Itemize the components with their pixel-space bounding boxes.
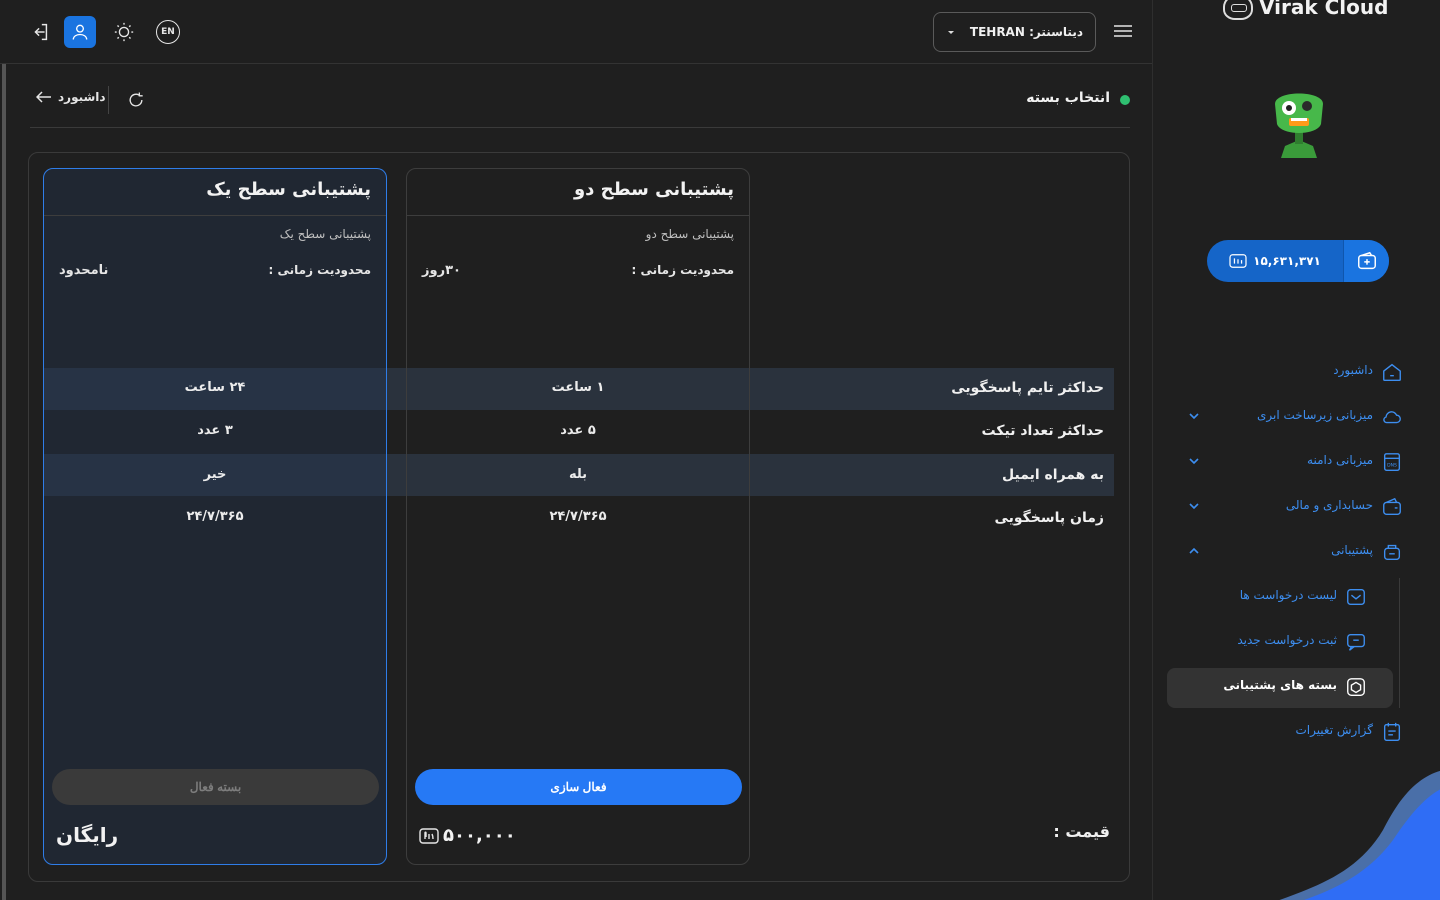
wallet-amount: ۱۵,۶۳۱,۳۷۱ <box>1207 240 1343 282</box>
nav-finance-label: حسابداری و مالی <box>1285 498 1373 512</box>
plan-hours: ۲۴/۷/۳۶۵ <box>186 509 244 524</box>
cloud-icon <box>1383 411 1401 424</box>
nav-dashboard[interactable]: داشبورد <box>1153 350 1440 394</box>
package-icon <box>1347 678 1365 696</box>
new-ticket-icon <box>1347 633 1365 651</box>
brand-name: Virak Cloud <box>1259 0 1389 19</box>
plan-limit-label: محدودیت زمانی : <box>268 263 371 277</box>
brand-logo[interactable]: Virak Cloud <box>1223 0 1388 20</box>
wallet-icon <box>1383 497 1401 516</box>
wallet-balance[interactable]: ۱۵,۶۳۱,۳۷۱ <box>1207 240 1389 282</box>
top-bar: EN دیتاسنتر: TEHRAN <box>0 0 1152 64</box>
card-divider <box>407 215 749 216</box>
app-root: EN دیتاسنتر: TEHRAN انتخاب بسته داشبورد … <box>0 0 1440 900</box>
page-header: انتخاب بسته داشبورد <box>30 80 1130 128</box>
nav-ticket-list[interactable]: لیست درخواست ها <box>1153 575 1440 619</box>
plan-email: خیر <box>203 467 227 482</box>
status-dot <box>1120 95 1130 105</box>
nav-dashboard-label: داشبورد <box>1333 363 1373 377</box>
plan-email: بله <box>568 467 588 482</box>
home-icon <box>1383 363 1401 381</box>
plan-limit-value: نامحدود <box>59 263 109 278</box>
wallet-balance-value: ۱۵,۶۳۱,۳۷۱ <box>1253 254 1321 268</box>
plan-price: ۵۰۰,۰۰۰ <box>419 825 516 846</box>
language-button[interactable]: EN <box>152 16 184 48</box>
nav-domain-hosting-label: میزبانی دامنه <box>1307 453 1373 467</box>
plan-title: پشتیبانی سطح یک <box>206 179 371 200</box>
plan-price: رایگان <box>56 823 118 847</box>
user-icon[interactable] <box>64 16 96 48</box>
nav-new-ticket[interactable]: ثبت درخواست جدید <box>1153 620 1440 664</box>
changelog-icon <box>1383 722 1401 741</box>
active-package-button[interactable]: بسته فعال <box>52 769 379 805</box>
feature-ticket-count-label: حداکثر تعداد تیکت <box>981 423 1104 439</box>
header-divider <box>108 86 109 114</box>
wallet-plus-icon <box>1357 251 1376 270</box>
nav-changelog[interactable]: گزارش تغییرات <box>1153 710 1440 754</box>
nav-support-label: پشتیبانی <box>1331 543 1373 557</box>
refresh-icon[interactable] <box>126 90 146 110</box>
plan-limit-label: محدودیت زمانی : <box>631 263 734 277</box>
mascot-avatar <box>1275 93 1323 158</box>
plan-ticket-count: ۵ عدد <box>560 423 596 438</box>
plan-price-value: ۵۰۰,۰۰۰ <box>443 825 516 846</box>
nav-domain-hosting[interactable]: DNS میزبانی دامنه <box>1153 440 1440 484</box>
card-divider <box>44 215 386 216</box>
plan-response-time: ۲۴ ساعت <box>184 380 246 395</box>
plan-card-level-one: پشتیبانی سطح یک پشتیبانی سطح یک محدودیت … <box>43 168 387 865</box>
plan-subtitle: پشتیبانی سطح یک <box>279 227 371 241</box>
decorative-wave <box>1279 770 1440 900</box>
theme-toggle-icon[interactable] <box>108 16 140 48</box>
plan-hours: ۲۴/۷/۳۶۵ <box>549 509 607 524</box>
nav-new-ticket-label: ثبت درخواست جدید <box>1237 633 1337 647</box>
support-icon <box>1383 544 1401 561</box>
chevron-up-icon <box>1189 547 1199 554</box>
nav-cloud-hosting-label: میزبانی زیرساخت ابری <box>1257 408 1373 422</box>
back-to-dashboard-link[interactable]: داشبورد <box>36 90 106 104</box>
feature-email-label: به همراه ایمیل <box>1001 467 1104 483</box>
arrow-left-icon <box>36 91 51 103</box>
menu-icon[interactable] <box>1112 22 1134 40</box>
rial-icon <box>419 827 439 844</box>
sidebar: Virak Cloud ۱۵,۶۳۱,۳۷۱ داشبورد میزبانی ز… <box>1152 0 1440 900</box>
price-label: قیمت : <box>1053 822 1110 841</box>
chevron-down-icon <box>948 31 954 34</box>
dns-icon: DNS <box>1383 453 1401 471</box>
nav-cloud-hosting[interactable]: میزبانی زیرساخت ابری <box>1153 395 1440 439</box>
chevron-down-icon <box>1189 413 1199 420</box>
feature-response-time-label: حداکثر تایم پاسخگویی <box>951 380 1104 396</box>
page-title: انتخاب بسته <box>1026 90 1110 106</box>
feature-hours-label: زمان پاسخگویی <box>994 510 1104 526</box>
nav-finance[interactable]: حسابداری و مالی <box>1153 485 1440 529</box>
mail-list-icon <box>1347 588 1365 606</box>
plan-subtitle: پشتیبانی سطح دو <box>645 227 734 241</box>
nav-changelog-label: گزارش تغییرات <box>1295 723 1373 737</box>
datacenter-select[interactable]: دیتاسنتر: TEHRAN <box>933 12 1096 52</box>
nav-ticket-list-label: لیست درخواست ها <box>1239 588 1337 602</box>
logout-icon[interactable] <box>24 16 56 48</box>
rial-icon <box>1229 254 1247 268</box>
plan-card-level-two: پشتیبانی سطح دو پشتیبانی سطح دو محدودیت … <box>406 168 750 865</box>
plan-ticket-count: ۳ عدد <box>197 423 233 438</box>
wallet-add-funds-button[interactable] <box>1343 240 1389 282</box>
plan-price-value: رایگان <box>56 823 119 847</box>
svg-text:DNS: DNS <box>1387 463 1397 469</box>
plan-response-time: ۱ ساعت <box>551 380 605 395</box>
brand-mark-icon <box>1223 0 1253 20</box>
activate-button[interactable]: فعال سازی <box>415 769 742 805</box>
plan-limit-value: ۳۰روز <box>422 263 461 278</box>
nav-support-packages[interactable]: بسته های پشتیبانی <box>1153 665 1440 709</box>
nav-support-packages-label: بسته های پشتیبانی <box>1223 678 1337 692</box>
plan-title: پشتیبانی سطح دو <box>573 179 734 200</box>
left-edge-scrollbar <box>2 64 6 900</box>
chevron-down-icon <box>1189 503 1199 510</box>
language-label: EN <box>156 20 180 44</box>
datacenter-label: دیتاسنتر: TEHRAN <box>969 25 1083 39</box>
nav-support[interactable]: پشتیبانی <box>1153 530 1440 574</box>
back-label: داشبورد <box>58 90 106 104</box>
chevron-down-icon <box>1189 458 1199 465</box>
